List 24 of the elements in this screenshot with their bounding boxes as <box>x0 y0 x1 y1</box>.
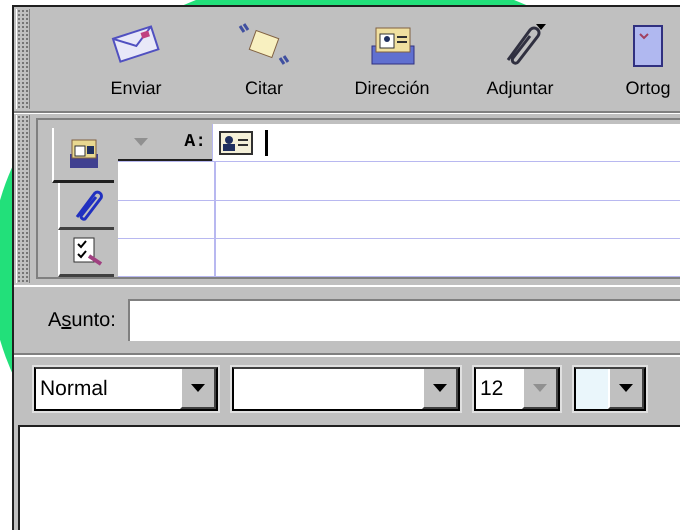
toolbar-button[interactable]: Enviar <box>72 7 200 111</box>
font-size-dropdown[interactable]: 12 <box>474 367 560 411</box>
toolbar-button[interactable]: Adjuntar <box>456 7 584 111</box>
caret-icon <box>134 138 148 146</box>
font-dropdown[interactable] <box>232 367 460 411</box>
panel-grip[interactable] <box>16 115 30 283</box>
recipient-type-dropdown[interactable]: A: <box>118 124 212 162</box>
dropdown-arrow-icon <box>191 384 205 392</box>
subject-label: Asunto: <box>48 308 116 332</box>
dropdown-arrow-icon <box>433 384 447 392</box>
message-body[interactable] <box>18 425 680 530</box>
color-dropdown[interactable] <box>574 367 646 411</box>
contact-card-icon <box>219 130 253 155</box>
text-cursor <box>265 130 268 156</box>
dropdown-arrow-icon <box>619 384 633 392</box>
toolbar-button[interactable]: Dirección <box>328 7 456 111</box>
toolbar-button[interactable]: Ortog <box>584 7 680 111</box>
panel-tab[interactable] <box>58 182 114 230</box>
subject-field[interactable] <box>128 299 680 341</box>
paragraph-style-dropdown[interactable]: Normal <box>34 367 218 411</box>
toolbar-grip[interactable] <box>16 9 30 109</box>
panel-tab[interactable] <box>58 230 114 278</box>
toolbar-button[interactable]: Citar <box>200 7 328 111</box>
disabled-arrow-icon <box>533 384 547 392</box>
